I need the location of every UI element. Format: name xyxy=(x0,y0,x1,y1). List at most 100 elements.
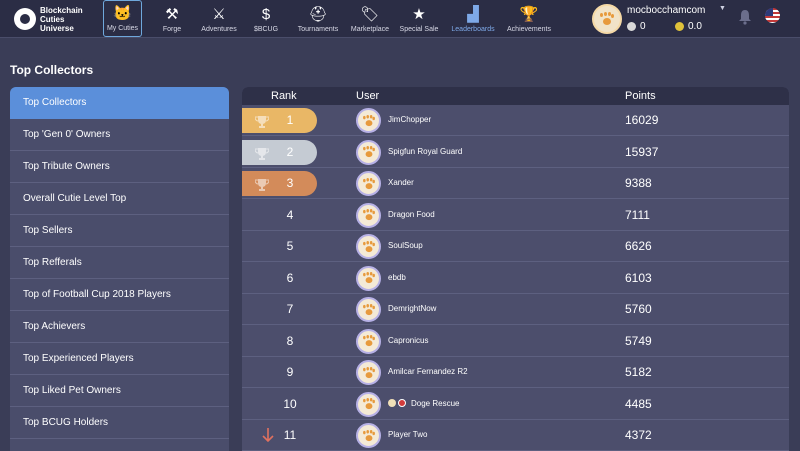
brand-name-line1: Blockchain xyxy=(40,5,83,15)
table-row[interactable]: 5 SoulSoup 6626 xyxy=(242,231,789,262)
user-name[interactable]: ebdb xyxy=(388,273,406,282)
points-value: 5749 xyxy=(625,333,652,348)
table-header: Rank User Points xyxy=(242,87,789,105)
page-title: Top Collectors xyxy=(10,63,94,77)
table-row[interactable]: 1 JimChopper 16029 xyxy=(242,105,789,136)
sidebar-item[interactable]: Top 'Gen 0' Owners xyxy=(10,119,229,151)
sidebar-item[interactable]: Top of Football Cup 2018 Players xyxy=(10,279,229,311)
rank-number: 5 xyxy=(286,239,294,253)
sidebar-item[interactable]: Top Experienced Players xyxy=(10,343,229,375)
nav-item-label: Adventures xyxy=(201,26,237,33)
user-name[interactable]: Capronicus xyxy=(388,336,428,345)
nav-item-label: Marketplace xyxy=(350,26,390,33)
nav-item-bcug[interactable]: $ $BCUG xyxy=(252,0,280,37)
header-points: Points xyxy=(625,90,656,102)
user-avatar[interactable] xyxy=(356,297,381,322)
balance-b-value: 0.0 xyxy=(688,21,702,32)
rank-number: 10 xyxy=(283,396,297,411)
leaderboard-table: Rank User Points 1 JimChopper 16029 2 Spigfu… xyxy=(242,87,789,451)
user-name[interactable]: SoulSoup xyxy=(388,241,423,250)
user-avatar[interactable] xyxy=(356,108,381,133)
top-navigation-bar: Blockchain Cuties Universe 🐱 My Cuties ⚒ Fo… xyxy=(0,0,800,38)
account-username[interactable]: mocbocchamcom xyxy=(627,5,705,16)
rank-down-arrow-icon xyxy=(262,428,274,443)
nav-item-leaderboards[interactable]: ▟ Leaderboards xyxy=(450,0,496,37)
points-value: 4485 xyxy=(625,396,652,411)
user-avatar[interactable] xyxy=(356,234,381,259)
points-value: 16029 xyxy=(625,113,659,127)
rank-number: 3 xyxy=(286,176,294,190)
user-name[interactable]: DemrightNow xyxy=(388,304,436,313)
sidebar-item[interactable]: Top Liked Pet Owners xyxy=(10,375,229,407)
tag-icon: 🏷 xyxy=(360,6,380,23)
user-name[interactable]: Amilcar Fernandez R2 xyxy=(388,367,468,376)
trophy-icon xyxy=(255,116,269,128)
account-dropdown-icon[interactable]: ▼ xyxy=(719,5,726,12)
paw-icon xyxy=(362,335,375,347)
paw-icon xyxy=(362,178,375,189)
nav-item-label: My Cuties xyxy=(106,25,139,32)
nav-item-my-cuties[interactable]: 🐱 My Cuties xyxy=(103,0,142,37)
user-avatar[interactable] xyxy=(356,139,381,165)
nav-item-label: $BCUG xyxy=(253,26,279,33)
nav-item-tournaments[interactable]: ⛑ Tournaments xyxy=(296,0,340,37)
user-name-text: Capronicus xyxy=(388,335,429,345)
bcug-token-icon: $ xyxy=(261,6,271,23)
table-row[interactable]: 9 Amilcar Fernandez R2 5182 xyxy=(242,357,789,388)
sidebar-item[interactable]: Top BCUG Holders xyxy=(10,407,229,439)
points-value: 6626 xyxy=(625,239,652,253)
balance-b: 0.0 xyxy=(675,21,702,32)
nav-item-label: Forge xyxy=(162,26,182,33)
table-row[interactable]: 4 Dragon Food 7111 xyxy=(242,200,789,231)
user-name[interactable]: Player Two xyxy=(388,430,427,439)
table-row[interactable]: 7 DemrightNow 5760 xyxy=(242,294,789,325)
user-avatar[interactable] xyxy=(356,360,381,385)
sidebar-item[interactable]: Top Refferals xyxy=(10,247,229,279)
user-name[interactable]: Doge Rescue xyxy=(388,398,459,408)
nav-item-forge[interactable]: ⚒ Forge xyxy=(158,0,186,37)
user-avatar[interactable] xyxy=(356,171,381,196)
balance-a: 0 xyxy=(627,21,646,32)
paw-icon xyxy=(362,398,375,410)
user-avatar[interactable] xyxy=(356,328,381,354)
table-row[interactable]: 11 Player Two 4372 xyxy=(242,420,789,451)
sidebar-item[interactable]: Overall Cutie Level Top xyxy=(10,183,229,215)
user-name[interactable]: Dragon Food xyxy=(388,210,435,219)
nav-item-adventures[interactable]: ⚔ Adventures xyxy=(200,0,238,37)
user-avatar[interactable] xyxy=(356,391,381,417)
user-avatar[interactable] xyxy=(356,423,381,448)
paw-icon xyxy=(600,13,614,25)
silver-coin-icon xyxy=(627,22,636,31)
brand-name-line2: Cuties Universe xyxy=(40,14,74,33)
account-avatar[interactable] xyxy=(592,4,622,34)
podium-icon: ▟ xyxy=(467,6,479,23)
nav-item-achievements[interactable]: 🏆 Achievements xyxy=(506,0,552,37)
us-flag-icon[interactable] xyxy=(765,8,780,23)
user-name-text: DemrightNow xyxy=(388,304,437,313)
table-row[interactable]: 6 ebdb 6103 xyxy=(242,263,789,294)
user-name[interactable]: JimChopper xyxy=(388,115,431,124)
user-name-text: Dragon Food xyxy=(388,209,435,219)
table-row[interactable]: 2 Spigfun Royal Guard 15937 xyxy=(242,137,789,168)
sidebar-item[interactable]: Top Collectors xyxy=(10,87,229,119)
paw-icon xyxy=(362,241,375,252)
sidebar-item[interactable]: Top Tribute Owners xyxy=(10,151,229,183)
table-row[interactable]: 8 Capronicus 5749 xyxy=(242,326,789,357)
brand-logo[interactable]: Blockchain Cuties Universe xyxy=(14,5,100,33)
user-avatar[interactable] xyxy=(356,265,381,291)
user-name-text: Amilcar Fernandez R2 xyxy=(388,367,468,376)
sidebar-item[interactable]: Top Achievers xyxy=(10,311,229,343)
user-name[interactable]: Spigfun Royal Guard xyxy=(388,147,462,156)
nav-item-special-sale[interactable]: ★ Special Sale xyxy=(399,0,439,37)
anvil-icon: ⚒ xyxy=(165,6,179,23)
table-row[interactable]: 3 Xander 9388 xyxy=(242,168,789,199)
sidebar-item[interactable]: Top Sellers xyxy=(10,215,229,247)
bell-icon[interactable] xyxy=(738,9,752,25)
points-value: 6103 xyxy=(625,270,652,285)
user-name-text: ebdb xyxy=(388,272,406,282)
table-row[interactable]: 10 Doge Rescue 4485 xyxy=(242,389,789,420)
nav-item-marketplace[interactable]: 🏷 Marketplace xyxy=(350,0,390,37)
user-avatar[interactable] xyxy=(356,202,381,228)
user-name[interactable]: Xander xyxy=(388,178,414,187)
user-name-text: SoulSoup xyxy=(388,241,423,250)
